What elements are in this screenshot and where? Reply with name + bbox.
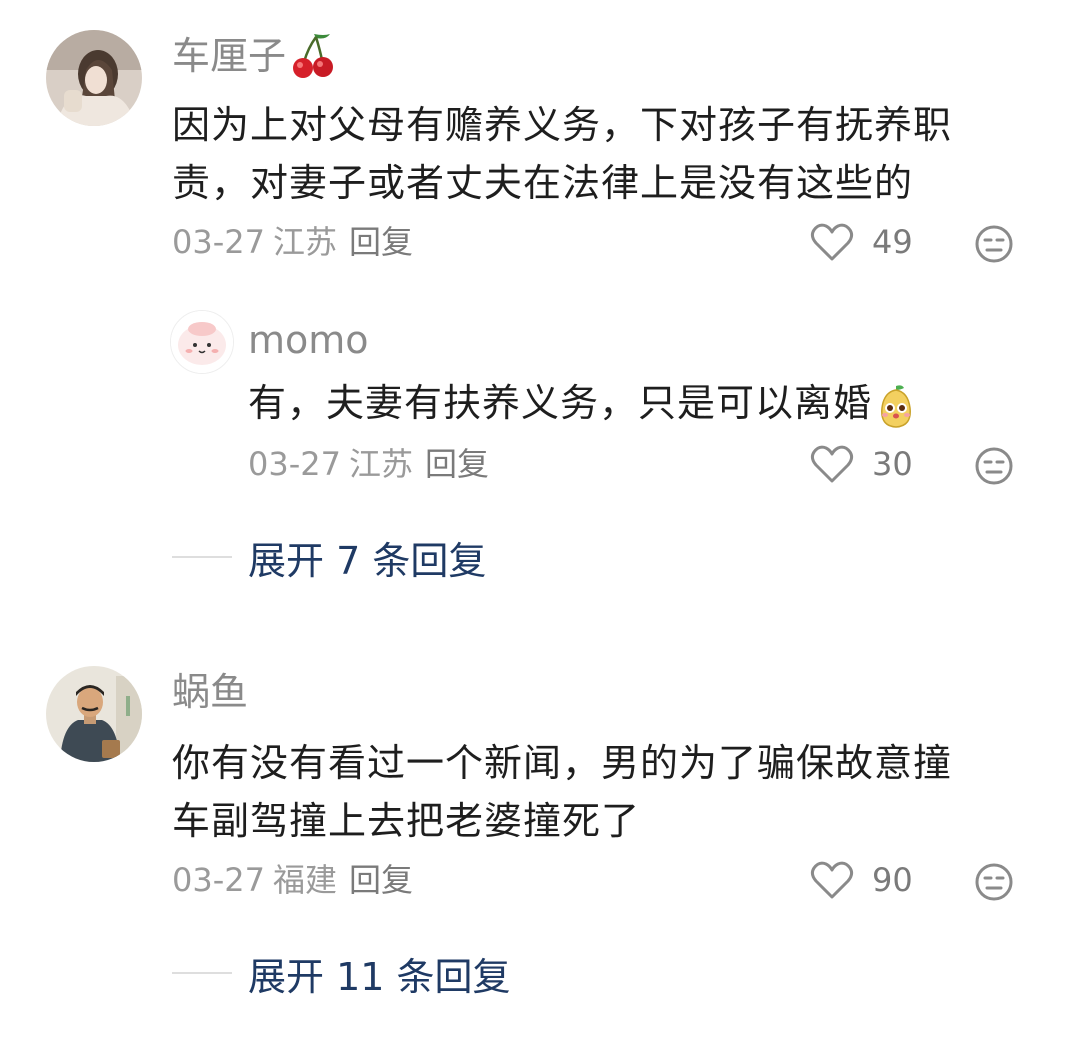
like-count: 90: [872, 861, 913, 899]
comment-region: 福建: [272, 861, 337, 899]
avatar[interactable]: [46, 30, 142, 126]
avatar[interactable]: [170, 310, 234, 374]
comment-text[interactable]: 因为上对父母有赡养义务，下对孩子有抚养职 责，对妻子或者丈夫在法律上是没有这些的: [172, 96, 952, 212]
heart-icon: [810, 223, 854, 261]
reply-region: 江苏: [348, 445, 413, 483]
comment-username[interactable]: 蜗鱼: [172, 670, 248, 714]
expand-divider: [172, 972, 232, 974]
expand-replies-button[interactable]: 展开 11 条回复: [172, 948, 511, 999]
comment-meta: 03-27 江苏 回复: [172, 222, 413, 262]
comment-date: 03-27: [172, 223, 265, 261]
heart-icon: [810, 445, 854, 483]
like-count: 30: [872, 445, 913, 483]
reply-button[interactable]: 回复: [349, 861, 413, 899]
dislike-face-icon[interactable]: [974, 446, 1014, 486]
reply-button[interactable]: 回复: [349, 223, 413, 261]
expand-divider: [172, 556, 232, 558]
pear-face-icon: [881, 384, 911, 428]
reply-button[interactable]: 回复: [425, 445, 489, 483]
like-button[interactable]: 49: [810, 220, 913, 264]
heart-icon: [810, 861, 854, 899]
like-button[interactable]: 90: [810, 858, 913, 902]
reply-meta: 03-27 江苏 回复: [248, 444, 489, 484]
reply-username[interactable]: momo: [248, 318, 369, 362]
comment-meta: 03-27 福建 回复: [172, 860, 413, 900]
comment-date: 03-27: [172, 861, 265, 899]
cherry-icon: [293, 34, 334, 78]
avatar[interactable]: [46, 666, 142, 762]
dislike-face-icon[interactable]: [974, 224, 1014, 264]
expand-replies-button[interactable]: 展开 7 条回复: [172, 532, 486, 583]
like-count: 49: [872, 223, 913, 261]
reply-date: 03-27: [248, 445, 341, 483]
like-button[interactable]: 30: [810, 442, 913, 486]
dislike-face-icon[interactable]: [974, 862, 1014, 902]
comment-region: 江苏: [272, 223, 337, 261]
comment-text[interactable]: 你有没有看过一个新闻，男的为了骗保故意撞 车副驾撞上去把老婆撞死了: [172, 734, 952, 850]
reply-text[interactable]: 有，夫妻有扶养义务，只是可以离婚: [248, 374, 920, 432]
comment-username[interactable]: 车厘子: [172, 32, 336, 80]
